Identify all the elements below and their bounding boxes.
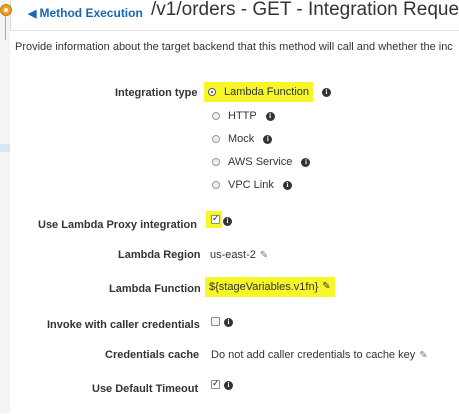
- option-label: VPC Link: [228, 179, 274, 191]
- cache-value-text: Do not add caller credentials to cache k…: [211, 349, 416, 361]
- info-icon[interactable]: i: [265, 111, 275, 121]
- option-label: Mock: [228, 133, 255, 145]
- proxy-label: Use Lambda Proxy integration: [38, 219, 197, 231]
- radio-mock[interactable]: [212, 135, 220, 144]
- integration-option-aws-service[interactable]: AWS Service i: [212, 156, 311, 168]
- edit-pencil-icon[interactable]: ✎: [260, 250, 268, 261]
- radio-http[interactable]: [212, 112, 220, 121]
- proxy-checkbox[interactable]: [211, 213, 220, 224]
- cache-value: Do not add caller credentials to cache k…: [211, 349, 428, 361]
- info-icon[interactable]: i: [263, 134, 273, 144]
- function-label: Lambda Function: [109, 283, 201, 295]
- page-header: ◀ Method Execution /v1/orders - GET - Int…: [0, 0, 459, 27]
- info-icon[interactable]: i: [224, 318, 233, 327]
- edit-pencil-icon[interactable]: ✎: [419, 350, 427, 361]
- radio-vpc-link[interactable]: [212, 181, 220, 190]
- radio-aws-service[interactable]: [212, 158, 220, 167]
- integration-type-label: Integration type: [115, 87, 198, 99]
- option-label: HTTP: [228, 110, 257, 122]
- method-execution-link[interactable]: ◀ Method Execution: [28, 6, 143, 20]
- invoke-checkbox[interactable]: [211, 317, 220, 326]
- back-arrow-icon: ◀: [28, 8, 37, 20]
- function-value-text: ${stageVariables.v1fn}: [209, 281, 319, 293]
- back-link-label: Method Execution: [39, 6, 143, 20]
- integration-option-lambda[interactable]: Lambda Function: [204, 82, 313, 102]
- info-icon[interactable]: i: [223, 217, 232, 226]
- region-value: us-east-2 ✎: [210, 249, 268, 261]
- option-label: AWS Service: [228, 156, 293, 168]
- function-value: ${stageVariables.v1fn} ✎: [205, 277, 335, 297]
- region-label: Lambda Region: [118, 249, 201, 261]
- integration-option-http[interactable]: HTTP i: [212, 110, 275, 122]
- sidebar-selection-marker: [0, 144, 10, 152]
- option-label: Lambda Function: [224, 86, 309, 98]
- page-title: /v1/orders - GET - Integration Request: [151, 0, 459, 20]
- radio-lambda-function[interactable]: [208, 88, 216, 97]
- timeout-label: Use Default Timeout: [92, 383, 199, 395]
- info-icon[interactable]: i: [224, 381, 233, 390]
- integration-type-label-text: Integration type: [115, 87, 198, 99]
- integration-option-mock[interactable]: Mock i: [212, 133, 273, 145]
- invoke-label: Invoke with caller credentials: [47, 319, 200, 331]
- info-icon[interactable]: i: [322, 88, 331, 97]
- cache-label: Credentials cache: [105, 349, 200, 361]
- info-icon[interactable]: i: [282, 180, 292, 190]
- info-icon[interactable]: i: [301, 157, 311, 167]
- page-description: Provide information about the target bac…: [15, 41, 453, 53]
- timeout-checkbox[interactable]: [211, 378, 220, 389]
- region-value-text: us-east-2: [210, 249, 256, 261]
- edit-pencil-icon[interactable]: ✎: [322, 277, 330, 297]
- integration-option-vpc-link[interactable]: VPC Link i: [212, 179, 292, 191]
